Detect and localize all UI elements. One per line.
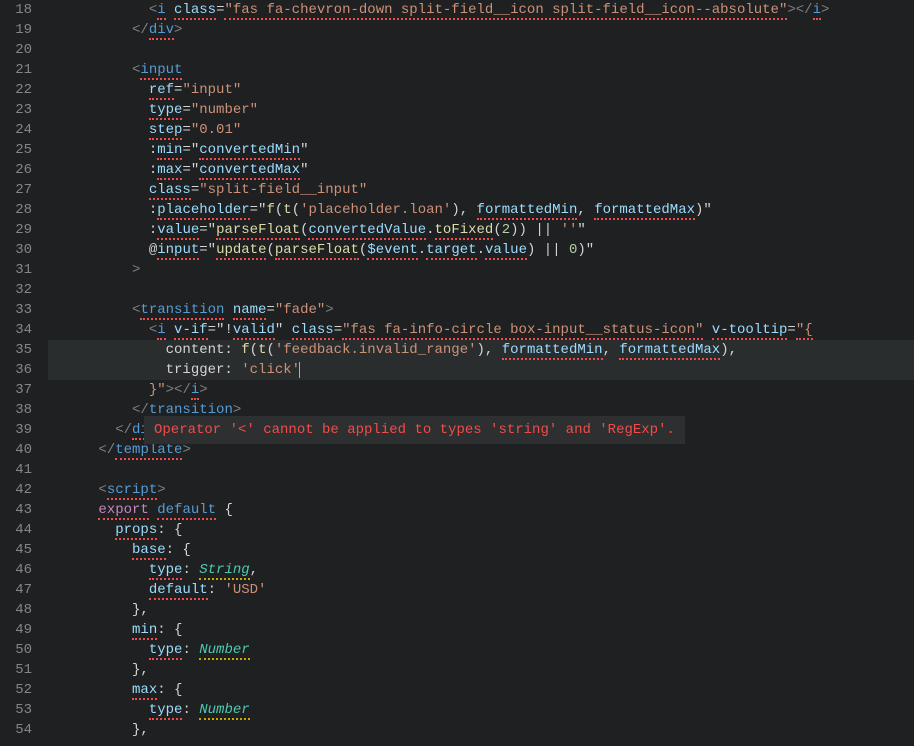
code-line[interactable]: content: f(t('feedback.invalid_range'), … xyxy=(48,340,914,360)
line-number: 39 xyxy=(8,420,32,440)
line-number: 53 xyxy=(8,700,32,720)
code-line[interactable]: default: 'USD' xyxy=(48,580,914,600)
line-number: 28 xyxy=(8,200,32,220)
line-number: 20 xyxy=(8,40,32,60)
code-line[interactable]: type: String, xyxy=(48,560,914,580)
line-number: 36 xyxy=(8,360,32,380)
text-cursor xyxy=(299,362,300,378)
line-number: 27 xyxy=(8,180,32,200)
line-number: 35 xyxy=(8,340,32,360)
code-line[interactable]: <transition name="fade"> xyxy=(48,300,914,320)
code-line[interactable]: trigger: 'click' xyxy=(48,360,914,380)
line-number: 18 xyxy=(8,0,32,20)
line-number: 23 xyxy=(8,100,32,120)
code-line[interactable] xyxy=(48,280,914,300)
line-number-gutter: 1819202122232425262728293031323334353637… xyxy=(0,0,48,746)
line-number: 31 xyxy=(8,260,32,280)
code-line[interactable]: <input xyxy=(48,60,914,80)
error-tooltip: Operator '<' cannot be applied to types … xyxy=(144,416,685,444)
code-line[interactable]: }, xyxy=(48,720,914,740)
code-line[interactable]: :value="parseFloat(convertedValue.toFixe… xyxy=(48,220,914,240)
line-number: 30 xyxy=(8,240,32,260)
code-line[interactable]: :placeholder="f(t('placeholder.loan'), f… xyxy=(48,200,914,220)
line-number: 41 xyxy=(8,460,32,480)
line-number: 32 xyxy=(8,280,32,300)
code-line[interactable]: max: { xyxy=(48,680,914,700)
line-number: 40 xyxy=(8,440,32,460)
code-line[interactable]: > xyxy=(48,260,914,280)
code-line[interactable]: </div> xyxy=(48,20,914,40)
line-number: 45 xyxy=(8,540,32,560)
line-number: 48 xyxy=(8,600,32,620)
line-number: 46 xyxy=(8,560,32,580)
code-line[interactable]: :min="convertedMin" xyxy=(48,140,914,160)
code-line[interactable]: base: { xyxy=(48,540,914,560)
line-number: 24 xyxy=(8,120,32,140)
line-number: 21 xyxy=(8,60,32,80)
code-line[interactable]: step="0.01" xyxy=(48,120,914,140)
code-line[interactable]: type: Number xyxy=(48,640,914,660)
line-number: 52 xyxy=(8,680,32,700)
code-line[interactable]: type="number" xyxy=(48,100,914,120)
code-line[interactable]: type: Number xyxy=(48,700,914,720)
code-line[interactable]: }, xyxy=(48,600,914,620)
code-line[interactable]: @input="update(parseFloat($event.target.… xyxy=(48,240,914,260)
line-number: 33 xyxy=(8,300,32,320)
line-number: 47 xyxy=(8,580,32,600)
line-number: 25 xyxy=(8,140,32,160)
line-number: 49 xyxy=(8,620,32,640)
code-line[interactable]: min: { xyxy=(48,620,914,640)
line-number: 54 xyxy=(8,720,32,740)
line-number: 43 xyxy=(8,500,32,520)
line-number: 44 xyxy=(8,520,32,540)
code-line[interactable]: }, xyxy=(48,660,914,680)
code-line[interactable]: :max="convertedMax" xyxy=(48,160,914,180)
code-line[interactable]: <i class="fas fa-chevron-down split-fiel… xyxy=(48,0,914,20)
line-number: 19 xyxy=(8,20,32,40)
code-area[interactable]: <i class="fas fa-chevron-down split-fiel… xyxy=(48,0,914,746)
line-number: 34 xyxy=(8,320,32,340)
line-number: 26 xyxy=(8,160,32,180)
line-number: 22 xyxy=(8,80,32,100)
code-line[interactable]: export default { xyxy=(48,500,914,520)
code-line[interactable] xyxy=(48,40,914,60)
line-number: 29 xyxy=(8,220,32,240)
code-line[interactable]: <i v-if="!valid" class="fas fa-info-circ… xyxy=(48,320,914,340)
line-number: 37 xyxy=(8,380,32,400)
code-editor[interactable]: 1819202122232425262728293031323334353637… xyxy=(0,0,914,746)
code-line[interactable] xyxy=(48,460,914,480)
line-number: 51 xyxy=(8,660,32,680)
code-line[interactable]: <script> xyxy=(48,480,914,500)
line-number: 50 xyxy=(8,640,32,660)
code-line[interactable]: ref="input" xyxy=(48,80,914,100)
line-number: 42 xyxy=(8,480,32,500)
code-line[interactable]: }"></i> xyxy=(48,380,914,400)
line-number: 38 xyxy=(8,400,32,420)
code-line[interactable]: props: { xyxy=(48,520,914,540)
code-line[interactable]: class="split-field__input" xyxy=(48,180,914,200)
